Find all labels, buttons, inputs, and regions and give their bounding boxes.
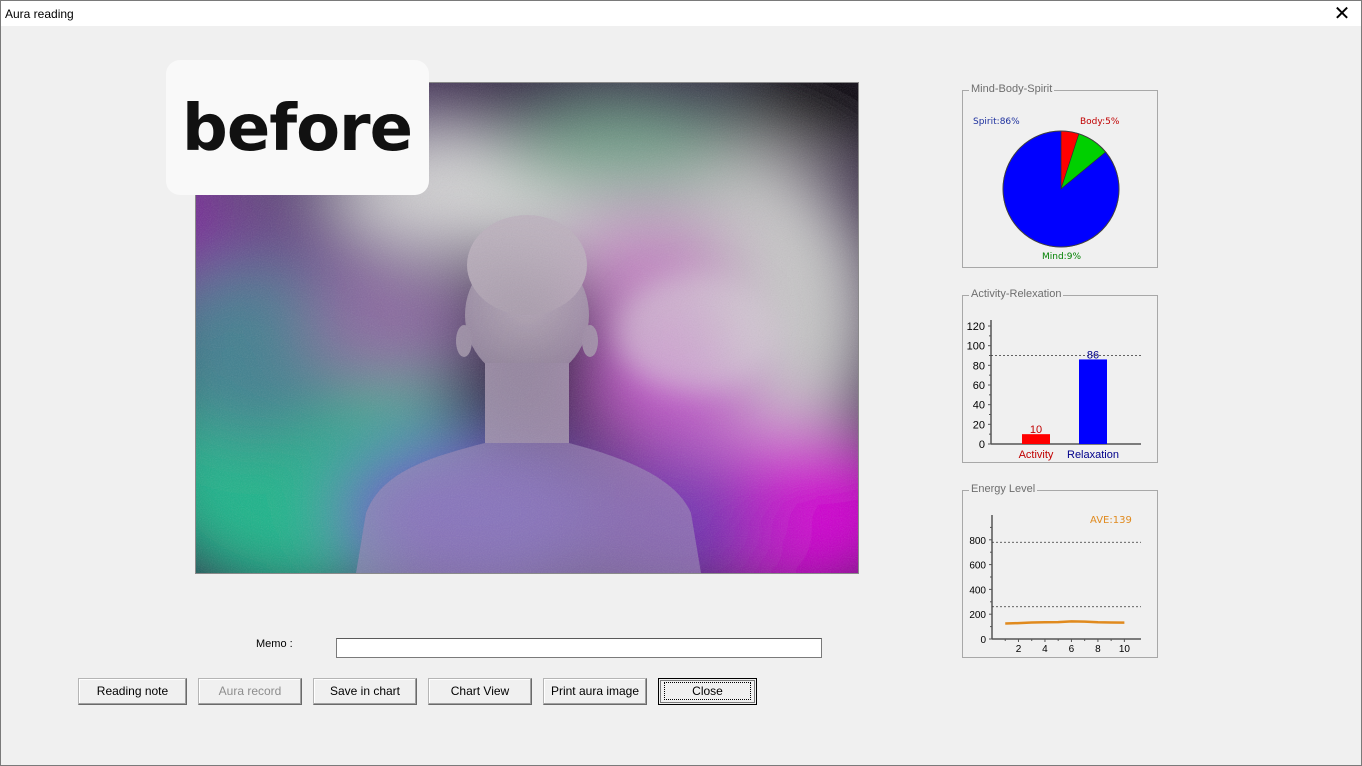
bar-value-label: 10 xyxy=(1030,424,1042,436)
aura-record-button[interactable]: Aura record xyxy=(198,678,302,705)
average-annotation: AVE:139 xyxy=(1090,515,1132,526)
print-aura-image-button[interactable]: Print aura image xyxy=(543,678,647,705)
memo-label: Memo : xyxy=(256,638,293,650)
pie-label-mind: Mind:9% xyxy=(1042,252,1081,262)
bar-category-label: Relaxation xyxy=(1067,449,1119,461)
before-overlay-badge: before xyxy=(166,60,429,195)
pie-slices xyxy=(1002,130,1120,248)
memo-input[interactable] xyxy=(336,638,822,658)
y-tick-label: 120 xyxy=(967,321,985,333)
bar-chart: 0 20 40 60 80 100 120 10 Activity 86 Relaxation xyxy=(967,320,1141,461)
chart-view-button[interactable]: Chart View xyxy=(428,678,532,705)
close-button-label: Close xyxy=(664,682,751,700)
pie-chart: Spirit:86% Body:5% Mind:9% xyxy=(973,117,1120,262)
y-tick-label: 800 xyxy=(969,536,986,547)
y-tick-label: 0 xyxy=(980,635,986,646)
y-tick-label: 200 xyxy=(969,610,986,621)
activity-relaxation-panel: Activity-Relexation 0 20 40 60 80 100 120 10 Act… xyxy=(962,288,1158,463)
window-title: Aura reading xyxy=(5,7,74,21)
y-tick-label: 20 xyxy=(973,419,985,431)
x-tick-label: 8 xyxy=(1095,644,1101,655)
close-window-icon[interactable]: ✕ xyxy=(1331,3,1353,25)
y-tick-label: 600 xyxy=(969,561,986,572)
pie-label-body: Body:5% xyxy=(1080,117,1120,127)
y-tick-label: 60 xyxy=(973,380,985,392)
mind-body-spirit-panel: Mind-Body-Spirit Spirit:86% Body:5% Mind… xyxy=(962,83,1158,268)
save-in-chart-button[interactable]: Save in chart xyxy=(313,678,417,705)
reading-note-button[interactable]: Reading note xyxy=(78,678,187,705)
pie-label-spirit: Spirit:86% xyxy=(973,117,1020,127)
energy-line xyxy=(1005,620,1125,625)
x-tick-label: 10 xyxy=(1119,644,1131,655)
bar-category-label: Activity xyxy=(1019,449,1054,461)
before-label: before xyxy=(182,92,413,166)
title-bar: Aura reading ✕ xyxy=(1,1,1361,26)
y-tick-label: 400 xyxy=(969,585,986,596)
x-tick-label: 2 xyxy=(1016,644,1022,655)
y-tick-label: 40 xyxy=(973,400,985,412)
line-chart: AVE:139 0 200 400 600 800 2 4 6 8 10 xyxy=(969,515,1141,655)
y-tick-label: 100 xyxy=(967,341,985,353)
y-tick-label: 0 xyxy=(979,439,985,451)
bar-value-label: 86 xyxy=(1087,349,1099,361)
bar-relaxation xyxy=(1079,359,1107,444)
x-tick-label: 6 xyxy=(1069,644,1075,655)
y-tick-label: 80 xyxy=(973,360,985,372)
x-tick-label: 4 xyxy=(1042,644,1048,655)
energy-level-panel: Energy Level AVE:139 0 200 400 600 800 2 4 6 8 10 xyxy=(962,483,1158,658)
close-button[interactable]: Close xyxy=(658,678,757,705)
